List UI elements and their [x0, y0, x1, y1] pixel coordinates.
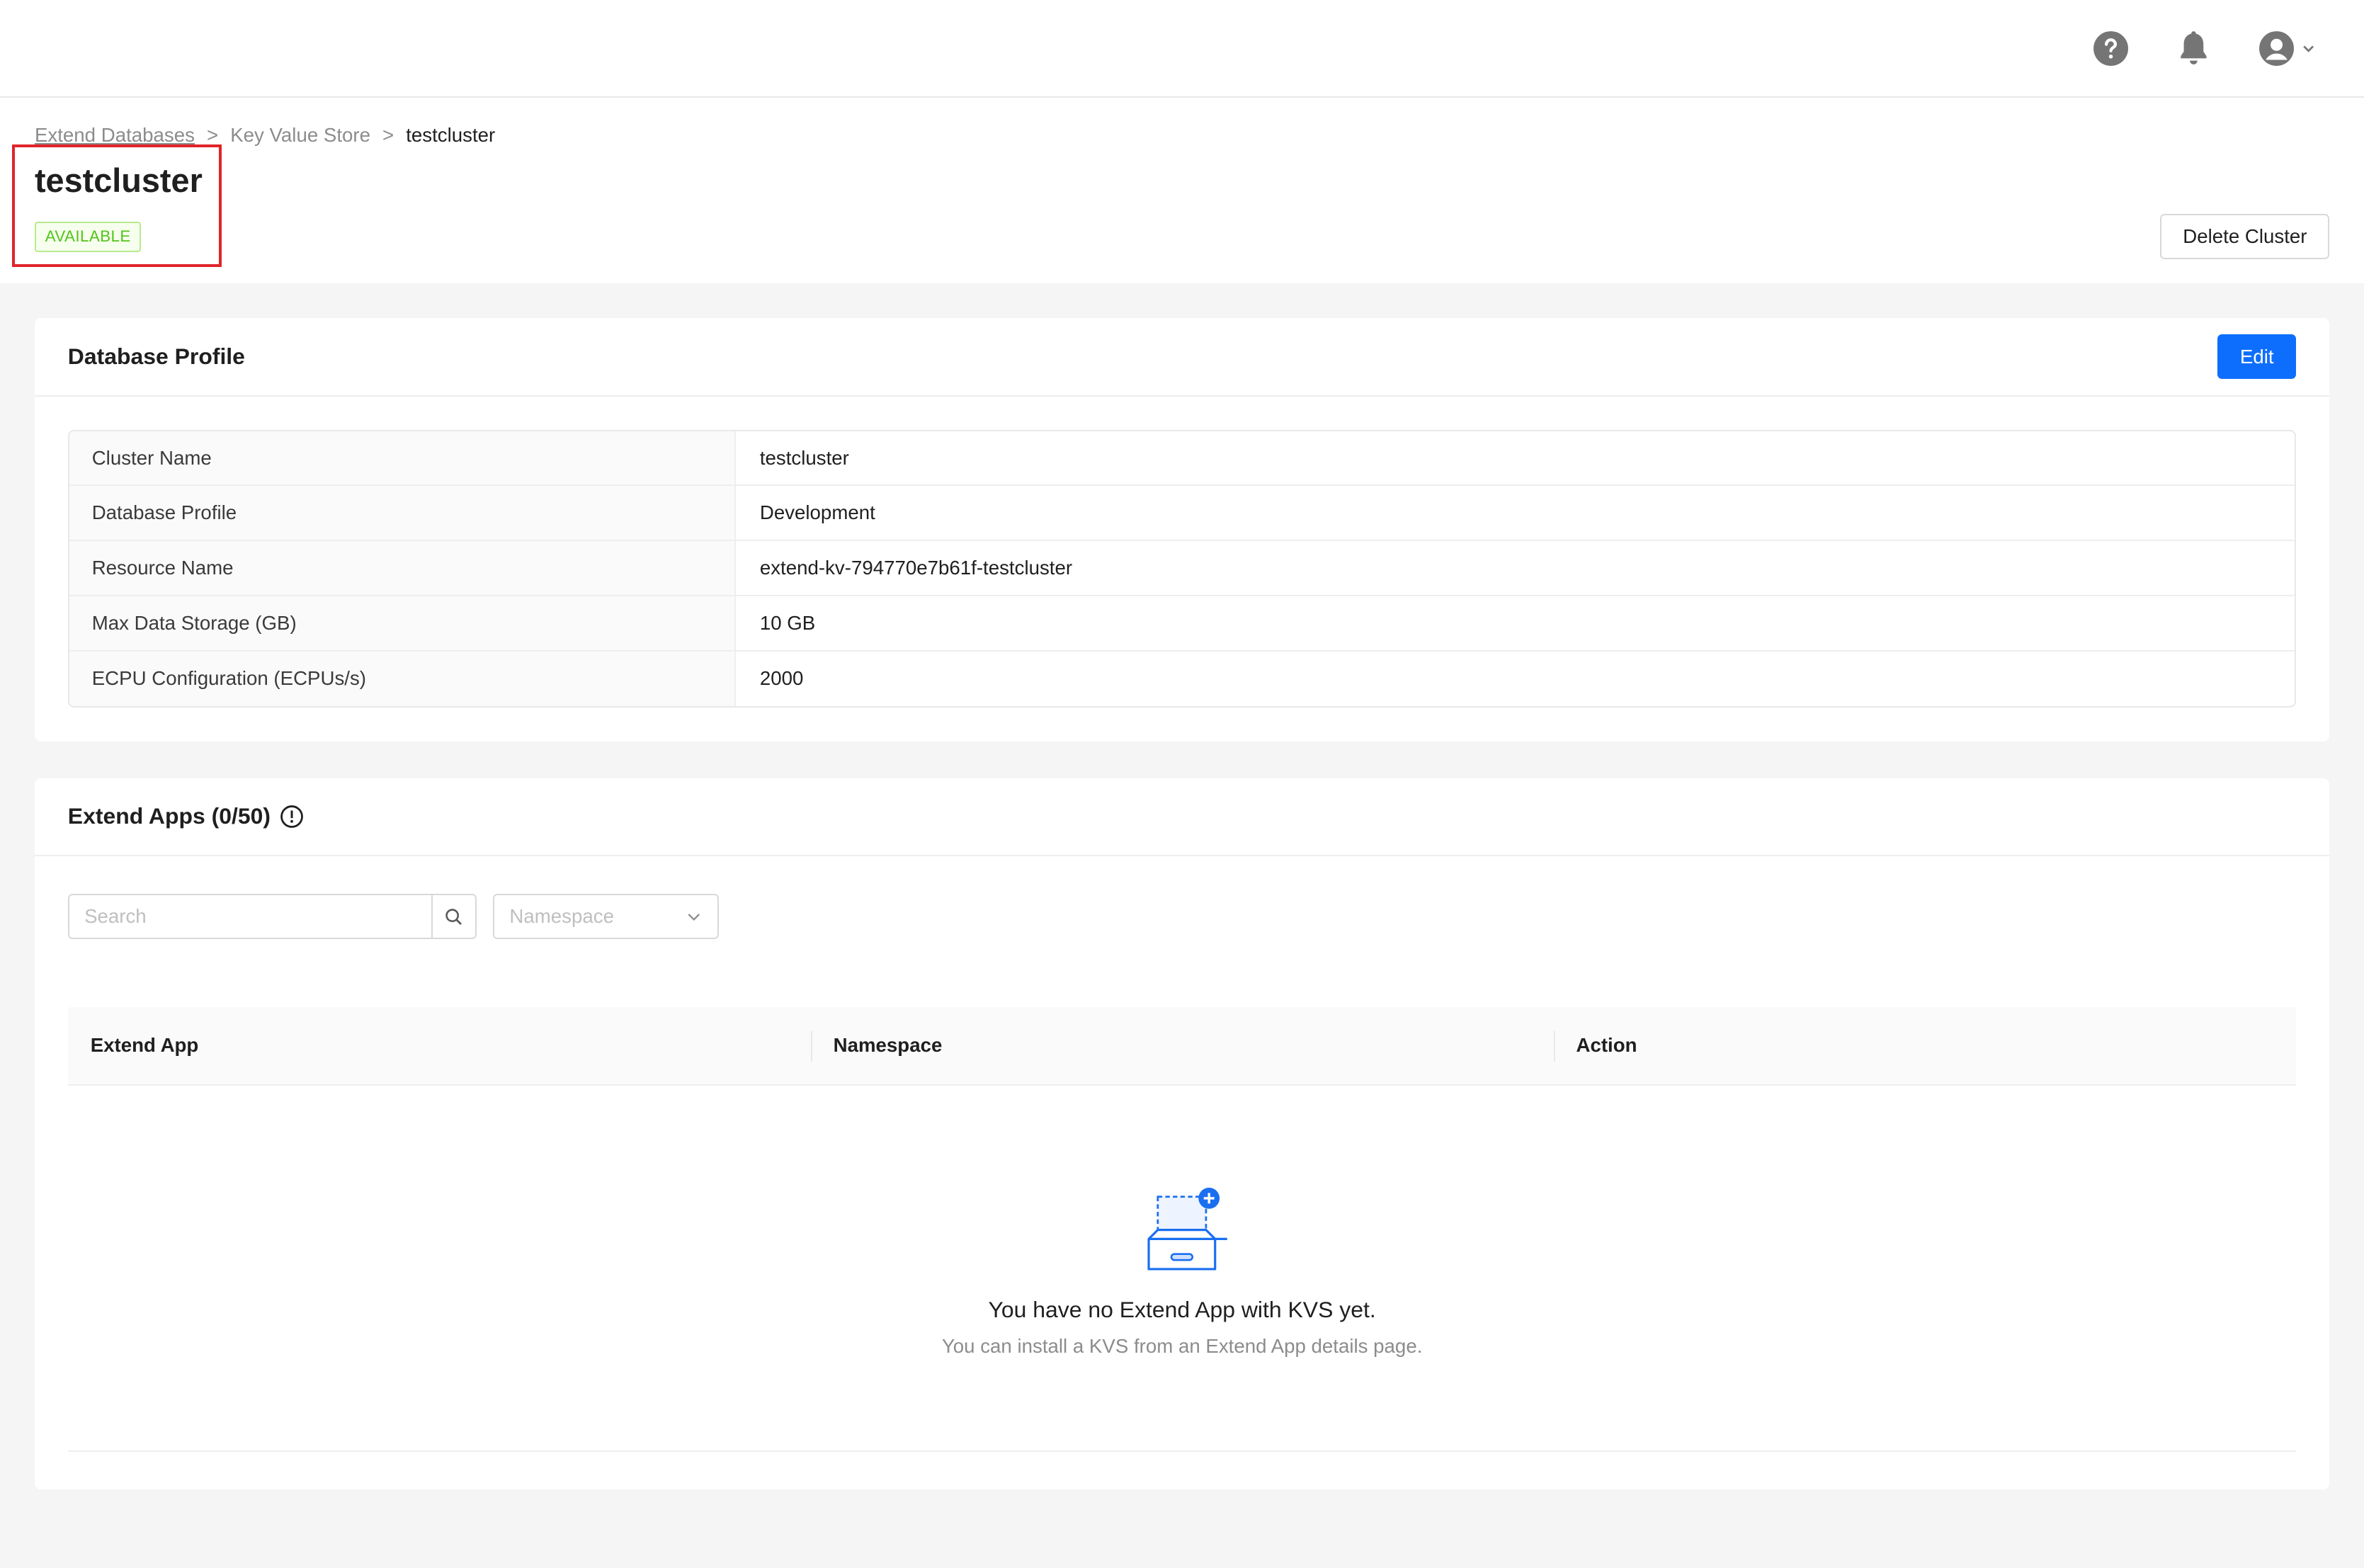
empty-state: You have no Extend App with KVS yet. You… — [67, 1086, 2297, 1452]
card-header: Database Profile Edit — [34, 318, 2330, 397]
table-row: ECPU Configuration (ECPUs/s) 2000 — [69, 651, 2295, 707]
page-header: Extend Databases > Key Value Store > tes… — [0, 98, 2364, 284]
edit-button[interactable]: Edit — [2217, 334, 2297, 380]
status-badge: AVAILABLE — [34, 221, 142, 252]
filter-bar: Namespace — [35, 856, 2329, 940]
card-title: Database Profile — [67, 343, 245, 370]
row-label: Resource Name — [69, 541, 736, 595]
row-value: Development — [759, 501, 875, 524]
breadcrumb-separator: > — [207, 123, 219, 146]
breadcrumb-key-value-store[interactable]: Key Value Store — [230, 124, 370, 147]
database-profile-card: Database Profile Edit Cluster Name testc… — [34, 318, 2330, 742]
card-header: Extend Apps (0/50) — [34, 778, 2330, 857]
table-row: Cluster Name testcluster — [69, 431, 2295, 487]
row-value: 10 GB — [759, 611, 816, 634]
empty-state-title: You have no Extend App with KVS yet. — [988, 1296, 1376, 1322]
breadcrumb: Extend Databases > Key Value Store > tes… — [35, 124, 2329, 147]
page-title: testcluster — [34, 161, 203, 199]
row-label: Database Profile — [69, 486, 736, 540]
column-extend-app: Extend App — [90, 1034, 199, 1057]
column-namespace: Namespace — [810, 1031, 1554, 1062]
profile-table: Cluster Name testcluster Database Profil… — [67, 429, 2297, 708]
row-value: extend-kv-794770e7b61f-testcluster — [759, 556, 1073, 579]
user-menu[interactable] — [2258, 30, 2316, 67]
row-value: 2000 — [759, 667, 804, 690]
user-avatar-icon — [2259, 30, 2295, 66]
table-row: Resource Name extend-kv-794770e7b61f-tes… — [69, 541, 2295, 596]
bell-icon[interactable] — [2177, 30, 2210, 67]
empty-inbox-icon — [1147, 1188, 1227, 1271]
table-row: Database Profile Development — [69, 486, 2295, 542]
chevron-down-icon — [688, 913, 700, 921]
column-action: Action — [1553, 1031, 2297, 1062]
help-icon[interactable] — [2093, 30, 2129, 67]
search-group — [67, 894, 477, 940]
empty-state-subtitle: You can install a KVS from an Extend App… — [941, 1334, 1423, 1357]
search-button[interactable] — [431, 894, 477, 940]
table-header: Extend App Namespace Action — [67, 1007, 2297, 1086]
breadcrumb-separator: > — [382, 123, 394, 146]
row-label: Cluster Name — [69, 431, 736, 485]
info-icon[interactable] — [280, 805, 304, 829]
namespace-placeholder: Namespace — [509, 905, 614, 928]
namespace-select[interactable]: Namespace — [493, 894, 720, 940]
top-bar — [0, 0, 2364, 98]
extend-apps-table: Extend App Namespace Action You have no … — [67, 1007, 2297, 1452]
row-label: Max Data Storage (GB) — [69, 596, 736, 650]
breadcrumb-extend-databases[interactable]: Extend Databases — [35, 124, 195, 147]
search-input[interactable] — [67, 894, 431, 940]
card-title: Extend Apps (0/50) — [68, 803, 304, 829]
search-icon — [445, 908, 462, 925]
table-row: Max Data Storage (GB) 10 GB — [69, 596, 2295, 652]
row-label: ECPU Configuration (ECPUs/s) — [69, 651, 736, 707]
extend-apps-title: Extend Apps (0/50) — [67, 803, 271, 829]
breadcrumb-current: testcluster — [406, 123, 496, 146]
chevron-down-icon — [2303, 45, 2314, 52]
delete-cluster-button[interactable]: Delete Cluster — [2160, 214, 2330, 260]
row-value: testcluster — [759, 446, 849, 469]
extend-apps-card: Extend Apps (0/50) Namespac — [34, 778, 2330, 1490]
